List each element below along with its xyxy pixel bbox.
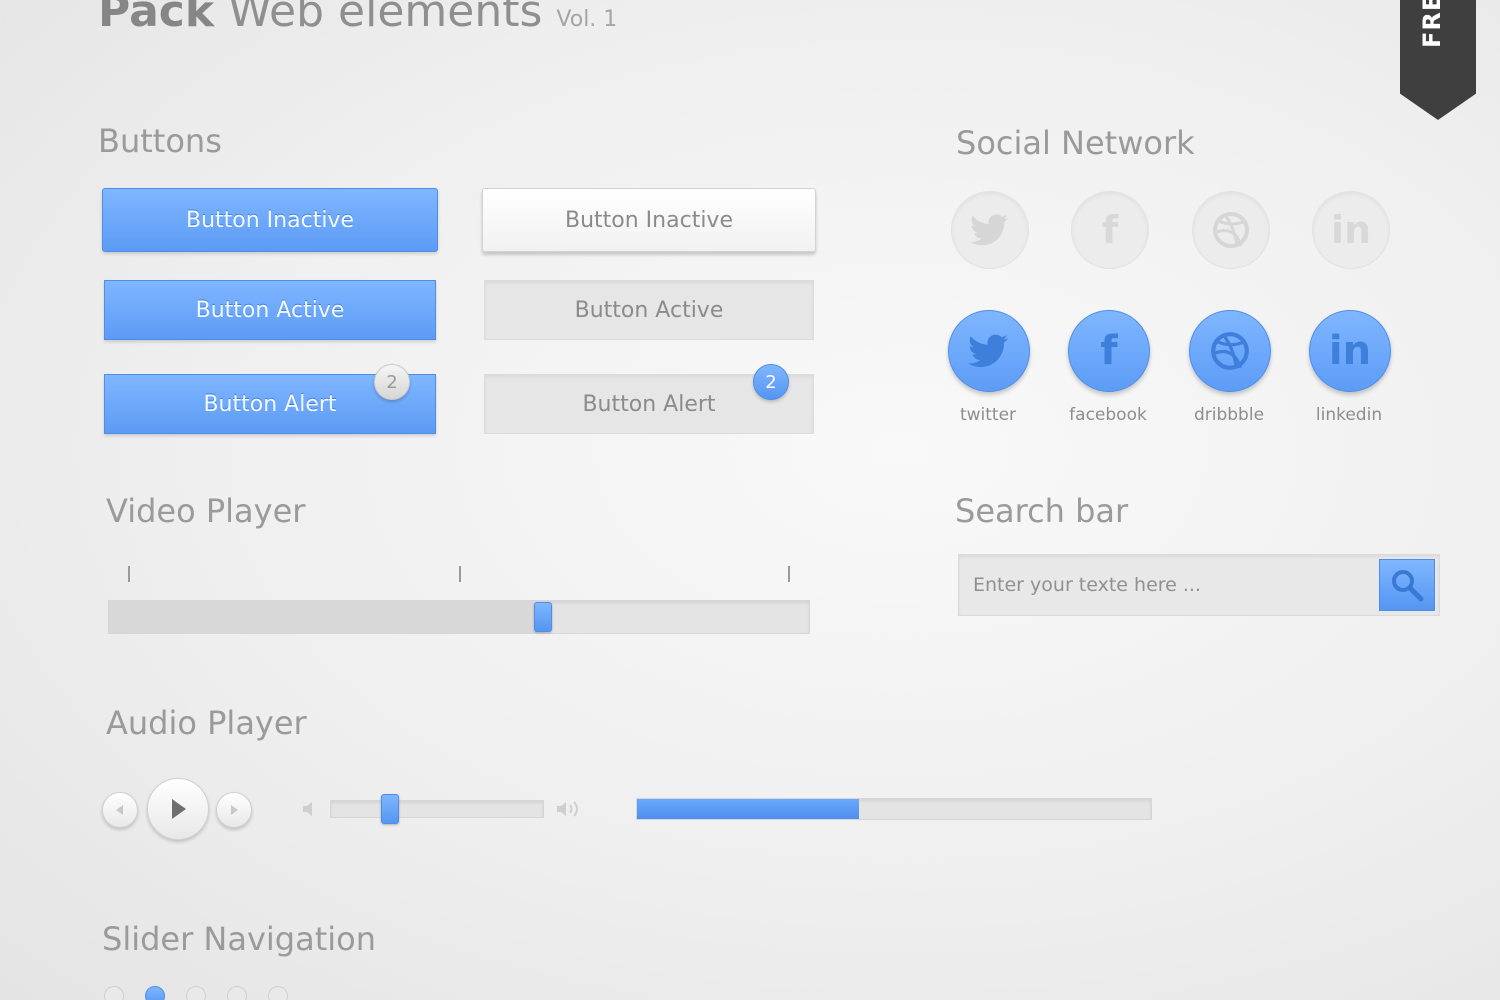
facebook-icon[interactable]: f <box>1071 191 1149 269</box>
slider-dots <box>104 986 304 1000</box>
dribbble-ball-icon <box>1213 212 1249 248</box>
search-input[interactable] <box>973 569 1373 601</box>
volume-high-icon <box>554 799 584 823</box>
video-tick-mark <box>459 566 461 582</box>
volume-low-icon <box>300 799 320 823</box>
dribbble-label: dribbble <box>1193 405 1265 425</box>
previous-icon <box>116 805 123 815</box>
grey-active-button[interactable]: Button Active <box>484 280 814 340</box>
twitter-icon[interactable] <box>951 191 1029 269</box>
next-icon <box>231 805 238 815</box>
dribbble-ball-icon <box>1211 332 1249 370</box>
dribbble-icon[interactable] <box>1192 191 1270 269</box>
video-tick-mark <box>128 566 130 582</box>
audio-progress-track[interactable] <box>636 798 1152 820</box>
linkedin-icon[interactable]: in <box>1312 191 1390 269</box>
video-progress-fill <box>109 601 545 633</box>
page-title: Pack Web elements Vol. 1 <box>98 0 617 37</box>
search-button[interactable] <box>1379 559 1435 611</box>
white-inactive-button[interactable]: Button Inactive <box>482 188 816 252</box>
dribbble-button[interactable] <box>1189 310 1271 392</box>
twitter-bird-icon <box>970 214 1009 246</box>
slider-dot[interactable] <box>145 986 165 1000</box>
audio-section-title: Audio Player <box>106 704 307 742</box>
previous-button[interactable] <box>102 792 138 828</box>
buttons-section-title: Buttons <box>98 122 222 160</box>
blue-active-button[interactable]: Button Active <box>104 280 436 340</box>
video-section-title: Video Player <box>106 492 306 530</box>
title-text: Web elements <box>228 0 543 37</box>
slider-dot[interactable] <box>227 986 247 1000</box>
video-scrubber-handle[interactable] <box>534 602 553 632</box>
version-text: Vol. 1 <box>556 7 618 32</box>
video-progress-track[interactable] <box>108 600 810 634</box>
linkedin-button[interactable]: in <box>1309 310 1391 392</box>
twitter-button[interactable] <box>948 310 1030 392</box>
alert-count-badge-blue: 2 <box>753 364 789 400</box>
search-section-title: Search bar <box>955 492 1129 530</box>
next-button[interactable] <box>216 792 252 828</box>
audio-progress-fill <box>637 799 859 819</box>
free-ribbon: FREE <box>1400 0 1476 120</box>
brand-text: Pack <box>98 0 215 37</box>
social-section-title: Social Network <box>956 124 1195 162</box>
search-icon <box>1392 570 1424 602</box>
volume-handle[interactable] <box>380 794 399 824</box>
play-button[interactable] <box>147 778 209 840</box>
facebook-button[interactable]: f <box>1068 310 1150 392</box>
ribbon-label: FREE <box>1418 0 1446 48</box>
twitter-bird-icon <box>968 334 1009 368</box>
search-bar <box>958 554 1440 616</box>
slider-dot[interactable] <box>104 986 124 1000</box>
video-tick-mark <box>788 566 790 582</box>
facebook-label: facebook <box>1069 405 1147 425</box>
blue-inactive-button[interactable]: Button Inactive <box>102 188 438 252</box>
slider-dot[interactable] <box>268 986 288 1000</box>
linkedin-label: linkedin <box>1315 405 1383 425</box>
alert-count-badge: 2 <box>374 364 410 400</box>
slider-nav-section-title: Slider Navigation <box>102 920 377 958</box>
twitter-label: twitter <box>959 405 1017 425</box>
volume-track[interactable] <box>330 800 544 818</box>
play-icon <box>172 799 186 819</box>
slider-dot[interactable] <box>186 986 206 1000</box>
